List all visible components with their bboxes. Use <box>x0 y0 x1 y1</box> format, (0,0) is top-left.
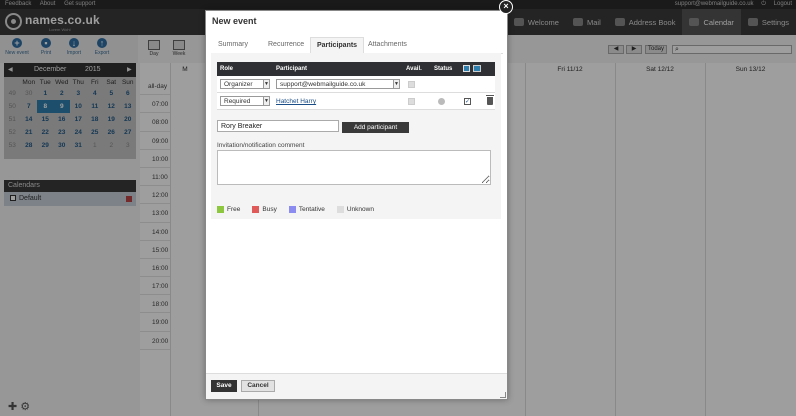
tab-participants[interactable]: Participants <box>310 37 365 54</box>
role-select-value: Organizer <box>224 81 253 88</box>
role-select[interactable]: Organizer ▼ <box>220 79 270 89</box>
legend-unknown: Unknown <box>336 206 374 213</box>
cancel-button[interactable]: Cancel <box>241 380 275 392</box>
legend-free: Free <box>217 206 240 213</box>
add-participant-button[interactable]: Add participant <box>342 122 409 133</box>
role-select-value: Required <box>224 98 251 105</box>
legend-label: Free <box>227 206 241 213</box>
participants-table: Role Participant Avail. Status Organizer… <box>217 62 495 110</box>
participant-row: Required ▼ Hatchet Harry ✓ <box>217 93 495 110</box>
legend-label: Busy <box>262 206 277 213</box>
status-header: Status <box>434 66 453 72</box>
resize-handle[interactable] <box>500 392 506 398</box>
participant-row: Organizer ▼ support@webmailguide.co.uk ▼ <box>217 76 495 93</box>
tab-recurrence[interactable]: Recurrence <box>262 37 310 54</box>
legend-swatch <box>252 206 260 213</box>
legend-tentative: Tentative <box>288 206 325 213</box>
chevron-down-icon: ▼ <box>263 97 269 105</box>
chevron-down-icon: ▼ <box>263 80 269 88</box>
notify-all-checkbox-icon[interactable] <box>463 65 470 72</box>
participant-select-value: support@webmailguide.co.uk <box>280 81 366 88</box>
availability-legend: Free Busy Tentative Unknown <box>217 206 374 213</box>
availability-indicator <box>408 98 415 105</box>
participant-link[interactable]: Hatchet Harry <box>276 98 316 105</box>
availability-indicator <box>408 81 415 88</box>
legend-busy: Busy <box>252 206 277 213</box>
legend-label: Tentative <box>298 206 325 213</box>
save-button[interactable]: Save <box>211 380 237 392</box>
dialog-title: New event <box>212 16 257 26</box>
legend-swatch <box>217 206 224 213</box>
participants-table-header: Role Participant Avail. Status <box>217 62 495 76</box>
dialog-tabs: Summary Recurrence Participants Attachme… <box>212 37 503 54</box>
participant-name-input[interactable] <box>217 120 339 132</box>
chevron-down-icon: ▼ <box>393 80 399 88</box>
trash-icon[interactable] <box>486 95 494 105</box>
comment-textarea[interactable] <box>217 150 491 185</box>
close-dialog-button[interactable]: × <box>499 0 513 14</box>
legend-swatch <box>288 206 296 213</box>
participant-header: Participant <box>276 66 308 72</box>
list-icon <box>473 65 481 72</box>
comment-label: Invitation/notification comment <box>217 142 305 149</box>
notify-checkbox[interactable]: ✓ <box>464 98 471 105</box>
tab-summary[interactable]: Summary <box>212 37 254 54</box>
tab-attachments[interactable]: Attachments <box>362 37 413 54</box>
legend-swatch <box>336 206 344 213</box>
role-select[interactable]: Required ▼ <box>220 96 270 106</box>
role-header: Role <box>220 66 234 72</box>
status-icon <box>438 98 445 105</box>
legend-label: Unknown <box>346 206 374 213</box>
participant-select[interactable]: support@webmailguide.co.uk ▼ <box>276 79 400 89</box>
avail-header: Avail. <box>406 66 422 72</box>
